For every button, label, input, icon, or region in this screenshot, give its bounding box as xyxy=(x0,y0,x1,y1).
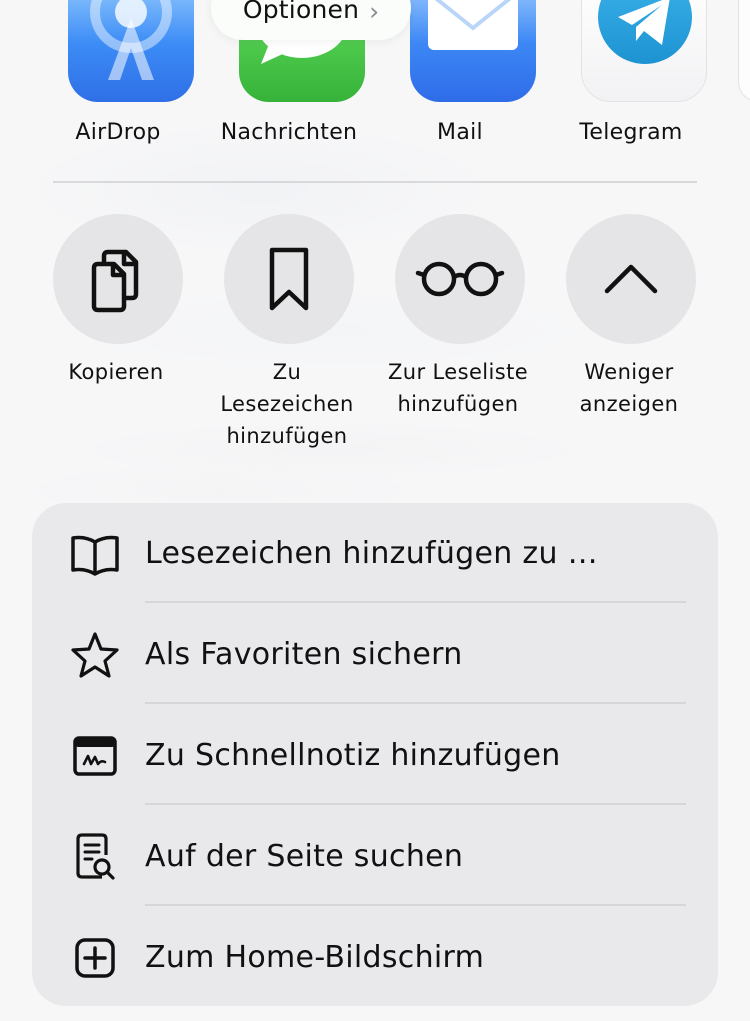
star-icon xyxy=(68,628,122,682)
menu-item-quick-note[interactable]: Zu Schnellnotiz hinzufügen xyxy=(32,705,718,806)
app-label-messages: Nachrichten xyxy=(220,120,358,145)
menu-item-save-favorite[interactable]: Als Favoriten sichern xyxy=(32,604,718,705)
action-circle xyxy=(566,214,696,344)
book-icon xyxy=(68,527,122,581)
mail-icon xyxy=(410,0,536,102)
app-label-airdrop: AirDrop xyxy=(75,120,161,145)
telegram-icon xyxy=(581,0,707,102)
action-label-copy: Kopieren xyxy=(68,360,164,384)
divider xyxy=(53,181,697,183)
action-circle xyxy=(395,214,525,344)
action-label-add-reading-list: Zur Leseliste hinzufügen xyxy=(387,360,529,416)
menu-item-find-on-page[interactable]: Auf der Seite suchen xyxy=(32,806,718,907)
actions-list: Lesezeichen hinzufügen zu … Als Favorite… xyxy=(32,503,718,1006)
glasses-icon xyxy=(415,261,505,297)
separator xyxy=(145,803,686,805)
action-circle xyxy=(224,214,354,344)
find-on-page-icon xyxy=(68,830,122,884)
chevron-up-icon xyxy=(604,264,658,294)
chevron-right-icon: › xyxy=(369,0,380,26)
menu-label: Zum Home-Bildschirm xyxy=(145,940,485,975)
action-label-show-less: Weniger anzeigen xyxy=(579,360,679,416)
app-label-telegram: Telegram xyxy=(579,120,683,145)
menu-label: Zu Schnellnotiz hinzufügen xyxy=(145,738,561,773)
share-sheet: AirDrop Nachrichten Mail Telegram Option… xyxy=(0,0,750,1021)
options-button[interactable]: Optionen › xyxy=(211,0,411,40)
action-label-add-bookmark: Zu Lesezeichen hinzufügen xyxy=(220,360,354,448)
airdrop-icon xyxy=(68,0,194,102)
menu-label: Als Favoriten sichern xyxy=(145,637,463,672)
next-app-partial[interactable] xyxy=(738,0,750,102)
app-label-mail: Mail xyxy=(437,120,483,145)
action-circle xyxy=(53,214,183,344)
copy-icon xyxy=(91,249,139,313)
menu-item-add-to-home-screen[interactable]: Zum Home-Bildschirm xyxy=(32,907,718,1008)
add-square-icon xyxy=(68,931,122,985)
options-label: Optionen xyxy=(242,0,360,24)
separator xyxy=(145,601,686,603)
separator xyxy=(145,702,686,704)
menu-label: Auf der Seite suchen xyxy=(145,839,464,874)
quick-note-icon xyxy=(68,729,122,783)
bookmark-icon xyxy=(269,247,309,311)
separator xyxy=(145,904,686,906)
menu-label: Lesezeichen hinzufügen zu … xyxy=(145,536,598,571)
menu-item-add-bookmark-to[interactable]: Lesezeichen hinzufügen zu … xyxy=(32,503,718,604)
